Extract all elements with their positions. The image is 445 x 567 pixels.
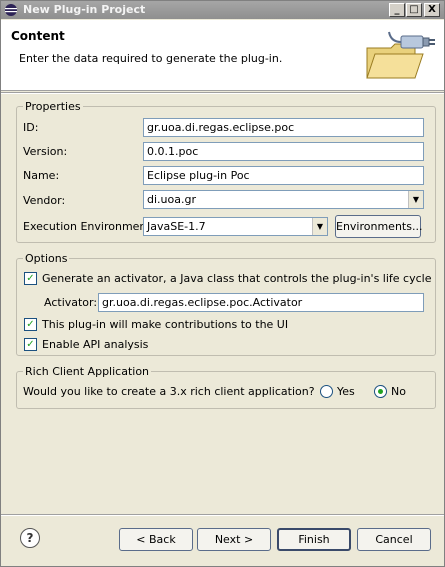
api-analysis-label: Enable API analysis: [42, 338, 149, 351]
activator-label: Activator:: [44, 296, 98, 309]
minimize-icon: _: [394, 4, 400, 15]
chevron-down-icon[interactable]: ▼: [408, 191, 423, 208]
radio-selected-dot: [378, 389, 383, 394]
activator-field[interactable]: gr.uoa.di.regas.eclipse.poc.Activator: [98, 293, 424, 312]
environments-button[interactable]: Environments...: [335, 215, 422, 238]
eclipse-icon: [5, 4, 17, 16]
dialog-window: New Plug-in Project _ □ X Content Enter …: [0, 0, 445, 567]
check-icon: ✓: [26, 319, 35, 330]
generate-activator-label: Generate an activator, a Java class that…: [42, 272, 432, 285]
properties-legend: Properties: [23, 100, 83, 113]
vendor-label: Vendor:: [23, 194, 66, 207]
execution-environment-combo[interactable]: JavaSE-1.7 ▼: [143, 217, 328, 236]
vendor-combo[interactable]: di.uoa.gr ▼: [143, 190, 424, 209]
page-description: Enter the data required to generate the …: [19, 52, 283, 65]
vendor-value: di.uoa.gr: [147, 193, 196, 206]
close-button[interactable]: X: [424, 3, 440, 17]
footer-separator: [1, 514, 444, 516]
id-field[interactable]: gr.uoa.di.regas.eclipse.poc: [143, 118, 424, 137]
rcp-yes-label[interactable]: Yes: [337, 385, 355, 398]
page-title: Content: [11, 29, 65, 43]
ui-contributions-label: This plug-in will make contributions to …: [42, 318, 289, 331]
api-analysis-checkbox[interactable]: ✓: [24, 338, 37, 351]
rich-client-group: Rich Client Application Would you like t…: [16, 365, 436, 409]
name-label: Name:: [23, 169, 60, 182]
generate-activator-checkbox[interactable]: ✓: [24, 272, 37, 285]
minimize-button[interactable]: _: [389, 3, 405, 17]
rcp-yes-radio[interactable]: [320, 385, 333, 398]
next-button[interactable]: Next >: [197, 528, 271, 551]
finish-button[interactable]: Finish: [277, 528, 351, 551]
check-icon: ✓: [26, 273, 35, 284]
maximize-icon: □: [409, 4, 419, 15]
chevron-down-icon[interactable]: ▼: [312, 218, 327, 235]
check-icon: ✓: [26, 339, 35, 350]
ui-contributions-checkbox[interactable]: ✓: [24, 318, 37, 331]
rcp-legend: Rich Client Application: [23, 365, 152, 378]
rcp-no-label[interactable]: No: [391, 385, 406, 398]
rcp-no-radio[interactable]: [374, 385, 387, 398]
wizard-header: Content Enter the data required to gener…: [1, 20, 444, 91]
id-label: ID:: [23, 121, 39, 134]
options-group: Options ✓ Generate an activator, a Java …: [16, 252, 436, 356]
ee-value: JavaSE-1.7: [147, 220, 206, 233]
name-field[interactable]: Eclipse plug-in Poc: [143, 166, 424, 185]
close-icon: X: [428, 4, 436, 15]
options-legend: Options: [23, 252, 70, 265]
back-button[interactable]: < Back: [119, 528, 193, 551]
maximize-button[interactable]: □: [406, 3, 422, 17]
help-icon[interactable]: ?: [20, 528, 40, 548]
rcp-question: Would you like to create a 3.x rich clie…: [23, 385, 315, 398]
version-label: Version:: [23, 145, 68, 158]
cancel-button[interactable]: Cancel: [357, 528, 431, 551]
plugin-folder-icon: [366, 31, 435, 79]
header-separator: [1, 92, 444, 94]
window-title: New Plug-in Project: [23, 3, 146, 16]
ee-label: Execution Environment:: [23, 220, 155, 233]
version-field[interactable]: 0.0.1.poc: [143, 142, 424, 161]
properties-group: Properties ID: gr.uoa.di.regas.eclipse.p…: [16, 100, 436, 243]
title-bar[interactable]: New Plug-in Project _ □ X: [1, 1, 444, 19]
